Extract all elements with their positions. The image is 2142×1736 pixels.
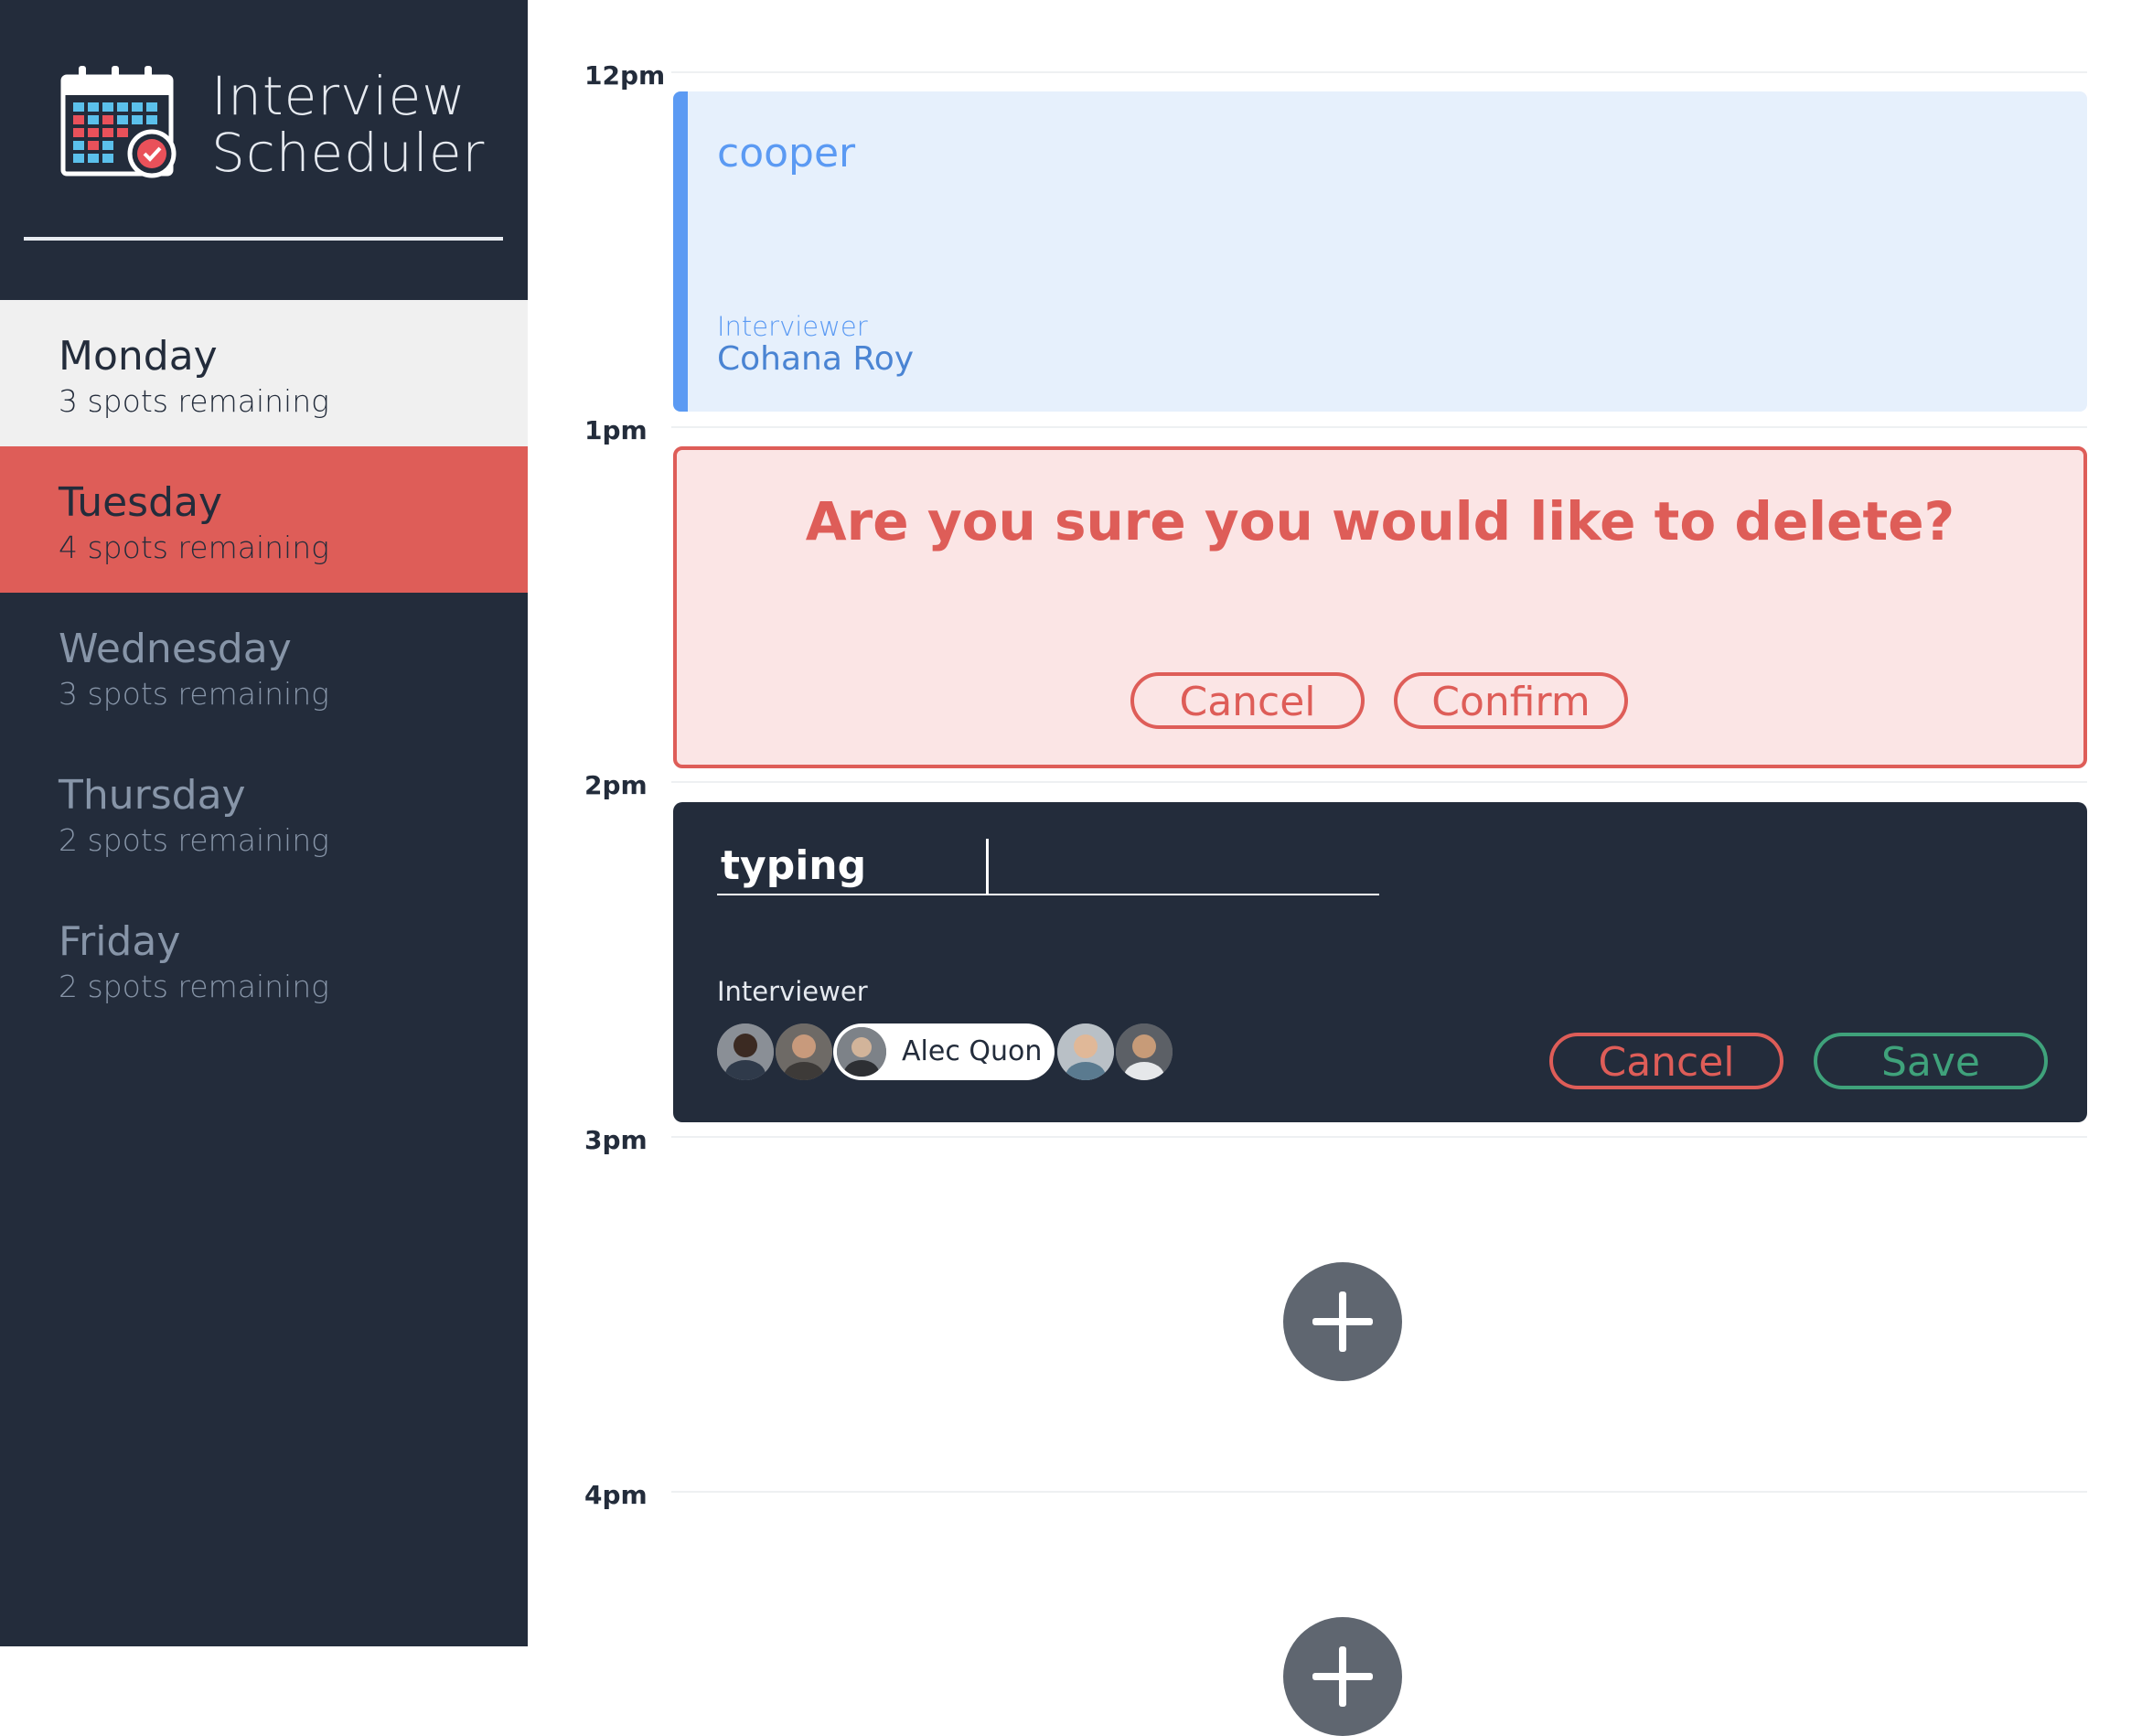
selected-interviewer-name: Alec Quon bbox=[902, 1035, 1043, 1067]
interviewer-avatar[interactable] bbox=[776, 1023, 832, 1080]
selected-interviewer[interactable]: Alec Quon bbox=[833, 1023, 1055, 1080]
plus-icon bbox=[1312, 1646, 1373, 1707]
brand: Interview Scheduler bbox=[60, 64, 484, 183]
plus-icon bbox=[1312, 1291, 1373, 1352]
interviewer-name: Cohana Roy bbox=[717, 340, 915, 378]
sidebar: Interview Scheduler Monday 3 spots remai… bbox=[0, 0, 528, 1646]
day-spots: 3 spots remaining bbox=[59, 676, 329, 712]
cancel-button[interactable]: Cancel bbox=[1130, 672, 1365, 729]
schedule: 12pm 1pm 2pm 3pm 4pm cooper Interviewer … bbox=[528, 0, 2142, 1736]
time-label: 4pm bbox=[584, 1480, 648, 1510]
time-label: 1pm bbox=[584, 415, 648, 445]
interviewer-list-label: Interviewer bbox=[717, 976, 868, 1007]
interviewer-label: Interviewer bbox=[717, 311, 868, 342]
time-label: 3pm bbox=[584, 1125, 648, 1155]
app-title-line2: Scheduler bbox=[211, 122, 486, 184]
interviewer-avatar bbox=[837, 1027, 886, 1077]
interviewer-avatar[interactable] bbox=[717, 1023, 774, 1080]
time-divider bbox=[671, 426, 2087, 428]
interviewer-avatar[interactable] bbox=[1116, 1023, 1173, 1080]
time-row: 12pm bbox=[528, 0, 2142, 91]
day-item-friday[interactable]: Friday 2 spots remaining bbox=[0, 885, 528, 1032]
day-spots: 3 spots remaining bbox=[59, 383, 329, 419]
day-spots: 2 spots remaining bbox=[59, 822, 329, 858]
day-item-tuesday[interactable]: Tuesday 4 spots remaining bbox=[0, 446, 528, 593]
time-divider bbox=[671, 71, 2087, 73]
app-title-line1: Interview bbox=[211, 65, 466, 127]
day-name: Tuesday bbox=[59, 479, 223, 526]
time-divider bbox=[671, 1136, 2087, 1138]
day-name: Wednesday bbox=[59, 626, 292, 672]
calendar-icon bbox=[60, 66, 177, 178]
text-caret bbox=[986, 839, 989, 895]
confirm-button[interactable]: Confirm bbox=[1394, 672, 1628, 729]
day-item-thursday[interactable]: Thursday 2 spots remaining bbox=[0, 739, 528, 885]
day-name: Thursday bbox=[59, 772, 246, 819]
time-label: 12pm bbox=[584, 60, 666, 91]
appointment-show-card[interactable]: cooper Interviewer Cohana Roy bbox=[673, 91, 2087, 412]
appointment-form-card: Interviewer Alec Quon Cancel Save bbox=[673, 802, 2087, 1122]
confirm-message: Are you sure you would like to delete? bbox=[805, 490, 1955, 552]
time-divider bbox=[671, 781, 2087, 783]
interviewer-avatar[interactable] bbox=[1057, 1023, 1114, 1080]
day-name: Friday bbox=[59, 918, 181, 965]
day-item-wednesday[interactable]: Wednesday 3 spots remaining bbox=[0, 593, 528, 739]
day-spots: 2 spots remaining bbox=[59, 969, 329, 1004]
student-name: cooper bbox=[717, 130, 856, 177]
time-label: 2pm bbox=[584, 770, 648, 800]
add-appointment-button[interactable] bbox=[1283, 1617, 1402, 1736]
day-item-monday[interactable]: Monday 3 spots remaining bbox=[0, 300, 528, 446]
student-name-input[interactable] bbox=[717, 837, 1379, 895]
time-divider bbox=[671, 1491, 2087, 1493]
cancel-button[interactable]: Cancel bbox=[1549, 1033, 1783, 1089]
day-list: Monday 3 spots remaining Tuesday 4 spots… bbox=[0, 300, 528, 1032]
day-spots: 4 spots remaining bbox=[59, 530, 329, 565]
save-button[interactable]: Save bbox=[1814, 1033, 2048, 1089]
add-appointment-button[interactable] bbox=[1283, 1262, 1402, 1381]
delete-confirm-card: Are you sure you would like to delete? C… bbox=[673, 446, 2087, 768]
sidebar-divider bbox=[24, 237, 503, 241]
day-name: Monday bbox=[59, 333, 218, 380]
app-title: Interview Scheduler bbox=[211, 68, 485, 181]
time-row: 4pm bbox=[528, 1420, 2142, 1510]
